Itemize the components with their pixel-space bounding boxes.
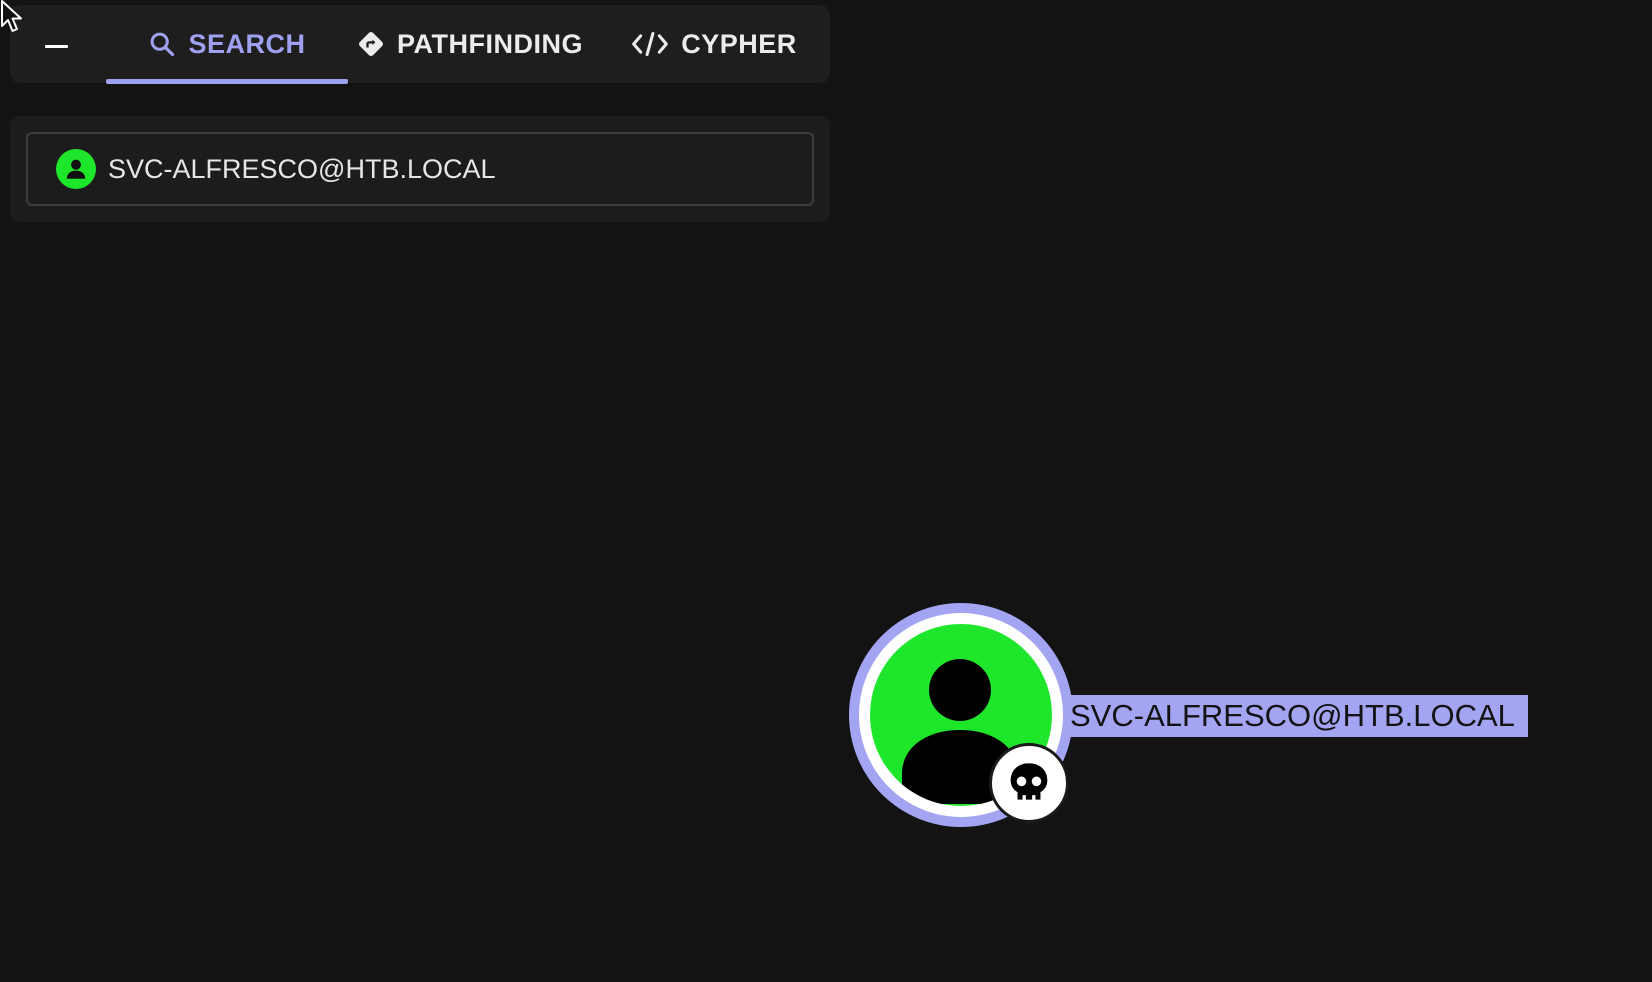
user-icon bbox=[56, 149, 96, 189]
search-input[interactable]: SVC-ALFRESCO@HTB.LOCAL bbox=[26, 132, 814, 206]
search-value: SVC-ALFRESCO@HTB.LOCAL bbox=[108, 153, 496, 184]
minus-icon bbox=[44, 44, 68, 48]
graph-node-label[interactable]: SVC-ALFRESCO@HTB.LOCAL bbox=[1066, 695, 1528, 737]
tab-search[interactable]: SEARCH bbox=[106, 5, 348, 84]
search-icon bbox=[151, 32, 175, 57]
code-icon bbox=[632, 31, 669, 57]
mouse-cursor-icon bbox=[1, 0, 22, 32]
collapse-panel-button[interactable] bbox=[38, 33, 74, 59]
explore-tab-bar: SEARCH PATHFINDING CYPHER bbox=[10, 5, 830, 84]
active-tab-indicator bbox=[106, 79, 348, 84]
diamond-route-icon bbox=[359, 32, 383, 56]
tab-pathfinding[interactable]: PATHFINDING bbox=[350, 5, 590, 83]
graph-explorer: SEARCH PATHFINDING CYPHER SVC-ALFRESCO@H… bbox=[0, 0, 1652, 982]
graph-node-user[interactable] bbox=[849, 603, 1073, 827]
skull-icon bbox=[989, 743, 1069, 823]
tab-label: SEARCH bbox=[188, 28, 306, 59]
tab-cypher[interactable]: CYPHER bbox=[624, 5, 804, 83]
tab-label: PATHFINDING bbox=[397, 28, 583, 59]
tab-label: CYPHER bbox=[681, 28, 797, 59]
search-panel: SVC-ALFRESCO@HTB.LOCAL bbox=[10, 116, 830, 222]
